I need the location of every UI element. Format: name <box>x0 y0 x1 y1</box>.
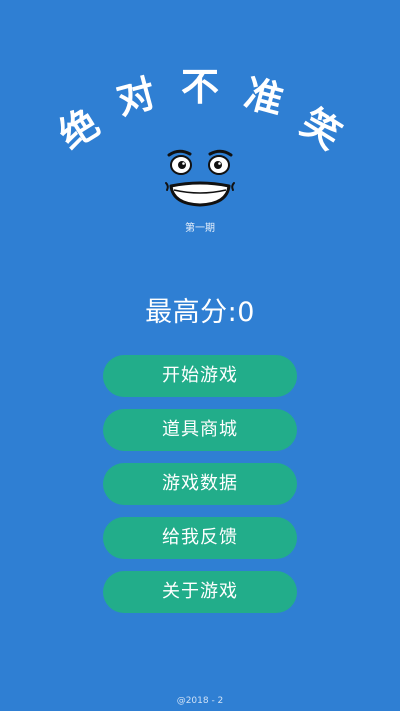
item-shop-button[interactable]: 道具商城 <box>103 409 297 451</box>
title-char-4: 准 <box>239 70 289 124</box>
about-game-button[interactable]: 关于游戏 <box>103 571 297 613</box>
title-char-2: 对 <box>111 70 161 124</box>
game-home-screen: 绝 对 不 准 笑 第一期 最高分:0 开始游戏 道具商城 游戏数据 给我反馈 … <box>0 0 400 711</box>
issue-label: 第一期 <box>185 223 215 234</box>
grinning-face-icon <box>163 146 237 210</box>
start-game-button[interactable]: 开始游戏 <box>103 355 297 397</box>
title-char-3: 不 <box>180 65 219 109</box>
feedback-button[interactable]: 给我反馈 <box>103 517 297 559</box>
main-menu: 开始游戏 道具商城 游戏数据 给我反馈 关于游戏 <box>103 355 297 625</box>
game-stats-button[interactable]: 游戏数据 <box>103 463 297 505</box>
high-score: 最高分:0 <box>145 297 255 328</box>
title-char-5: 笑 <box>293 100 349 158</box>
title-char-1: 绝 <box>51 100 107 158</box>
copyright-footer: @2018 - 2 <box>176 696 224 706</box>
